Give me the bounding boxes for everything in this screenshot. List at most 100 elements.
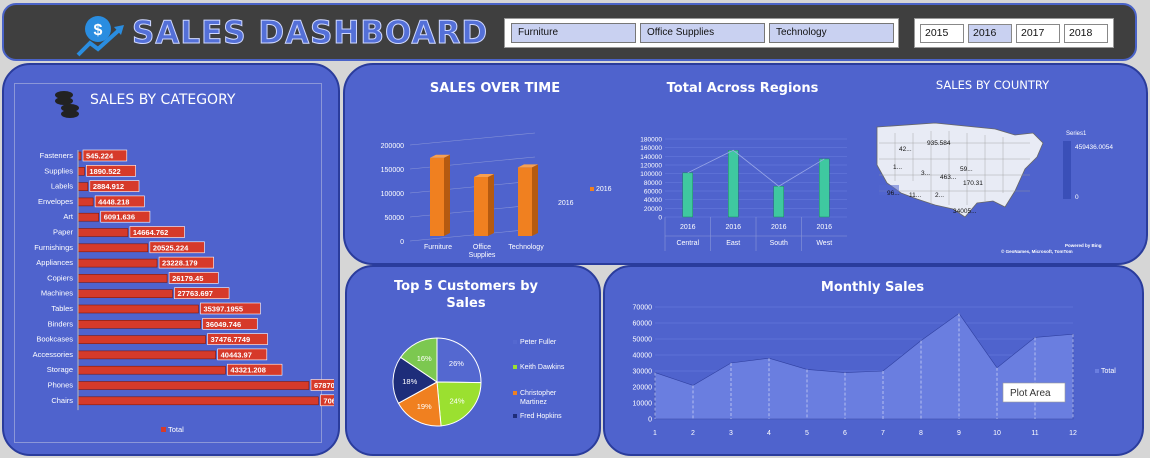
y-tick-label: 160000 <box>640 145 662 152</box>
x-tick-label: 3 <box>729 430 733 437</box>
category-label: Art <box>63 212 74 221</box>
category-bar <box>77 381 310 390</box>
year-label: 2016 <box>771 224 787 231</box>
category-bar <box>77 365 226 375</box>
y-tick-label: 20000 <box>633 385 653 392</box>
column-front <box>518 167 532 236</box>
legend-label: Total <box>1101 368 1116 375</box>
x-tick-label: Technology <box>508 244 544 251</box>
map-label: 42... <box>899 146 912 153</box>
area-series <box>654 312 1074 420</box>
gridline <box>409 180 536 194</box>
map-label: 96... <box>887 190 900 197</box>
y-tick-label: 180000 <box>640 137 662 144</box>
monthly-sales-panel: Monthly Sales 70000 60000 50000 40000 30000 2… <box>603 265 1144 456</box>
map-label: 463... <box>940 174 956 181</box>
category-bar <box>77 396 319 406</box>
region-bar <box>728 150 739 218</box>
y-tick-label: 200000 <box>381 143 404 150</box>
x-tick-label: 6 <box>843 430 847 437</box>
gridline <box>409 204 536 218</box>
x-tick-label: 2 <box>691 430 695 437</box>
slicer-item-2018[interactable]: 2018 <box>1064 24 1108 43</box>
data-label: 43321.208 <box>230 366 265 375</box>
chart-title: Monthly Sales <box>820 280 925 295</box>
gridline <box>409 156 536 170</box>
data-label: 67870.614 <box>314 381 334 390</box>
data-label: 40443.97 <box>221 350 252 359</box>
category-bar <box>77 289 173 298</box>
y-tick-label: 0 <box>658 215 662 222</box>
legend-swatch <box>513 365 517 369</box>
column-side <box>488 173 494 236</box>
x-tick-label: 10 <box>993 430 1001 437</box>
category-label: Fasteners <box>40 151 74 160</box>
year-slicer: 2015 2016 2017 2018 <box>914 18 1114 48</box>
slicer-item-furniture[interactable]: Furniture <box>511 23 636 43</box>
category-label: Phones <box>48 381 74 390</box>
x-tick-label: Supplies <box>469 252 496 259</box>
column-front <box>474 176 488 236</box>
region-bar <box>682 172 693 218</box>
y-tick-label: 20000 <box>644 206 662 213</box>
data-label: 14664.762 <box>133 228 168 237</box>
legend-swatch <box>1095 369 1099 373</box>
slicer-item-office-supplies[interactable]: Office Supplies <box>640 23 765 43</box>
y-tick-label: 150000 <box>381 167 404 174</box>
data-label: 545.224 <box>86 152 114 161</box>
y-tick-label: 60000 <box>644 189 662 196</box>
tooltip-label: Plot Area <box>1010 388 1051 399</box>
legend-label: Keith Dawkins <box>520 364 565 371</box>
legend-label: Total <box>168 425 184 434</box>
chart-title: SALES BY CATEGORY <box>90 92 236 108</box>
y-tick-label: 120000 <box>640 163 662 170</box>
slicer-item-2016[interactable]: 2016 <box>968 24 1012 43</box>
slicer-item-2017[interactable]: 2017 <box>1016 24 1060 43</box>
category-label: Storage <box>47 365 73 374</box>
y-tick-label: 0 <box>648 417 652 424</box>
gridline <box>409 132 536 146</box>
legend-label: Christopher <box>520 390 557 397</box>
us-map: 42... 935.584 1... 3... 463... 59... 170.31 96.… <box>876 122 1113 254</box>
column-front <box>430 157 444 236</box>
map-label: 2... <box>935 192 944 199</box>
map-label: 935.584 <box>927 140 951 147</box>
y-tick-label: 80000 <box>644 180 662 187</box>
x-tick-label: East <box>726 240 740 247</box>
category-label: Envelopes <box>38 197 73 206</box>
x-tick-label: Furniture <box>424 244 452 251</box>
category-label: Machines <box>41 289 73 298</box>
column-side <box>444 154 450 236</box>
category-label: Accessories <box>33 350 74 359</box>
category-bar <box>77 228 129 237</box>
category-label: Paper <box>53 228 74 237</box>
y-tick-label: 40000 <box>644 197 662 204</box>
y-tick-label: 50000 <box>385 215 405 222</box>
x-tick-label: 11 <box>1031 430 1038 437</box>
category-bar <box>77 304 199 314</box>
gridline <box>409 228 536 242</box>
slice-label: 18% <box>402 377 417 386</box>
slicer-item-technology[interactable]: Technology <box>769 23 894 43</box>
y-tick-label: 40000 <box>633 353 653 360</box>
legend-label: Peter Fuller <box>520 339 557 346</box>
slice-label: 24% <box>450 397 465 406</box>
slicer-item-2015[interactable]: 2015 <box>920 24 964 43</box>
category-bar <box>77 182 89 191</box>
data-label: 70654.673 <box>323 396 334 405</box>
category-label: Furnishings <box>34 243 73 252</box>
y-tick-label: 30000 <box>633 369 653 376</box>
x-tick-label: 12 <box>1069 430 1077 437</box>
column-side <box>532 164 538 236</box>
data-label: 2884.912 <box>93 182 124 191</box>
year-label: 2016 <box>680 224 696 231</box>
legend-swatch <box>513 414 517 418</box>
category-label: Tables <box>51 304 73 313</box>
y-tick-label: 100000 <box>381 191 404 198</box>
category-bar <box>77 350 216 360</box>
data-label: 4448.218 <box>98 197 129 206</box>
map-label: 3... <box>921 170 930 177</box>
category-bar <box>77 243 149 253</box>
y-tick-label: 10000 <box>633 401 653 408</box>
data-label: 35397.1955 <box>203 305 243 314</box>
